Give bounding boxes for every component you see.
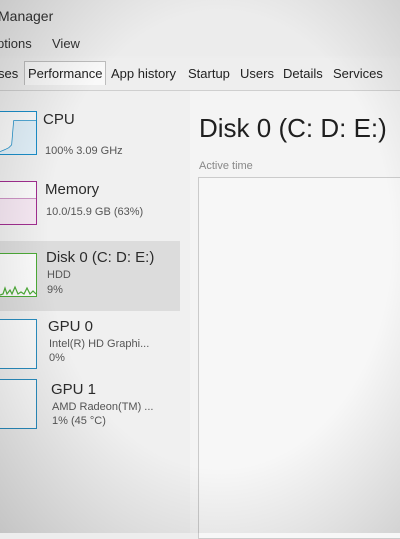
- tab-performance[interactable]: Performance: [24, 61, 107, 85]
- gpu0-usage: 0%: [49, 352, 65, 364]
- gpu0-model: Intel(R) HD Graphi...: [49, 338, 150, 350]
- sidebar-item-cpu[interactable]: CPU 100% 3.09 GHz: [0, 101, 180, 163]
- tab-users[interactable]: Users: [240, 66, 274, 81]
- tab-app-history[interactable]: App history: [111, 66, 176, 81]
- memory-usage: 10.0/15.9 GB (63%): [46, 206, 144, 218]
- active-time-label: Active time: [199, 160, 253, 172]
- cpu-usage: 100% 3.09 GHz: [45, 145, 123, 157]
- sidebar-item-memory[interactable]: Memory 10.0/15.9 GB (63%): [0, 171, 180, 233]
- cpu-mini-graph: [0, 111, 37, 155]
- menu-bar: ptions View: [0, 30, 400, 56]
- cpu-label: CPU: [43, 111, 75, 128]
- sidebar-item-gpu1[interactable]: GPU 1 AMD Radeon(TM) ... 1% (45 °C): [0, 379, 180, 441]
- gpu0-mini-graph: [0, 319, 37, 369]
- memory-mini-graph: [0, 181, 37, 225]
- active-time-graph: [198, 177, 400, 539]
- memory-label: Memory: [45, 181, 100, 198]
- disk-detail-pane: Disk 0 (C: D: E:) Active time: [190, 91, 400, 539]
- tab-startup[interactable]: Startup: [188, 66, 230, 81]
- disk0-type: HDD: [47, 269, 71, 281]
- gpu1-usage: 1% (45 °C): [52, 415, 106, 427]
- sidebar-item-disk0[interactable]: Disk 0 (C: D: E:) HDD 9%: [0, 241, 180, 311]
- menu-options[interactable]: ptions: [0, 36, 32, 51]
- disk0-usage: 9%: [47, 284, 63, 296]
- resource-sidebar: CPU 100% 3.09 GHz Memory 10.0/15.9 GB (6…: [0, 91, 190, 533]
- tab-details[interactable]: Details: [283, 66, 323, 81]
- gpu1-label: GPU 1: [51, 381, 97, 398]
- window-title: Manager: [0, 8, 54, 24]
- disk0-label: Disk 0 (C: D: E:): [46, 249, 155, 266]
- gpu0-label: GPU 0: [48, 318, 94, 335]
- menu-view[interactable]: View: [52, 36, 80, 51]
- gpu1-model: AMD Radeon(TM) ...: [52, 401, 154, 413]
- tab-services[interactable]: Services: [333, 66, 383, 81]
- tab-processes[interactable]: ses: [0, 66, 18, 81]
- disk-title: Disk 0 (C: D: E:): [199, 113, 387, 143]
- sidebar-item-gpu0[interactable]: GPU 0 Intel(R) HD Graphi... 0%: [0, 315, 180, 377]
- disk-mini-graph: [0, 253, 37, 297]
- tab-bar: ses Performance App history Startup User…: [0, 58, 400, 91]
- gpu1-mini-graph: [0, 379, 37, 429]
- title-bar: Manager: [0, 0, 400, 30]
